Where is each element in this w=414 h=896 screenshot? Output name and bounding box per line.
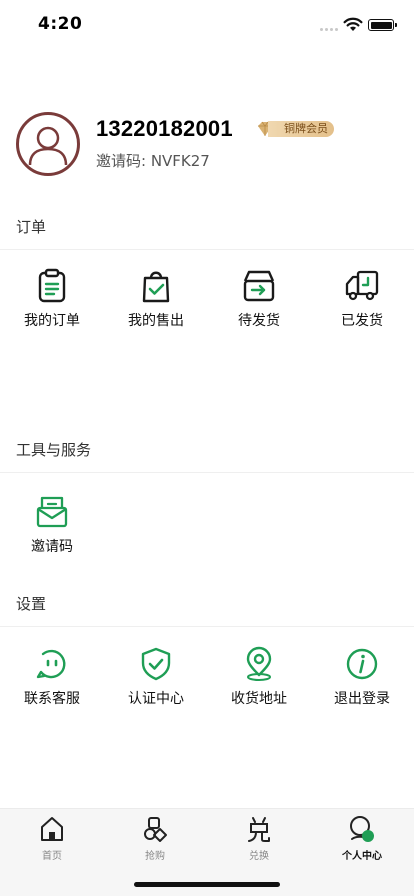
tools-section-title: 工具与服务 (16, 441, 92, 459)
user-silhouette-icon (28, 126, 68, 166)
clipboard-icon (38, 268, 66, 303)
contact-support-button[interactable]: 联系客服 (0, 646, 104, 708)
logout-label: 退出登录 (334, 691, 390, 707)
location-pin-icon (246, 646, 272, 681)
box-arrow-icon (243, 270, 275, 302)
tab-flash-sale[interactable]: 抢购 (103, 815, 207, 862)
logout-button[interactable]: 退出登录 (310, 646, 414, 708)
shipping-address-button[interactable]: 收货地址 (207, 646, 311, 708)
exchange-icon (248, 817, 270, 842)
invite-code-label: 邀请码 (31, 539, 73, 555)
my-sold-button[interactable]: 我的售出 (104, 268, 208, 330)
home-indicator (134, 882, 280, 887)
tab-flash-sale-label: 抢购 (145, 851, 165, 862)
shopping-bag-check-icon (142, 271, 170, 303)
divider (0, 626, 414, 627)
tab-exchange[interactable]: 兑换 (207, 815, 311, 862)
divider (0, 472, 414, 473)
battery-icon (368, 19, 397, 31)
divider (0, 249, 414, 250)
my-orders-button[interactable]: 我的订单 (0, 268, 104, 330)
pending-shipment-label: 待发货 (238, 313, 280, 329)
shipped-label: 已发货 (341, 313, 383, 329)
cellular-signal-icon (320, 28, 338, 31)
profile-header: 13220182001 铜牌会员 邀请码: NVFK27 (16, 112, 398, 178)
chat-face-icon (36, 649, 66, 679)
status-bar: 4:20 (0, 0, 414, 48)
status-time: 4:20 (38, 14, 83, 34)
my-orders-label: 我的订单 (24, 313, 80, 329)
shipped-button[interactable]: 已发货 (310, 268, 414, 330)
verification-center-label: 认证中心 (128, 691, 184, 707)
tab-profile-label: 个人中心 (342, 851, 382, 862)
shield-check-icon (141, 647, 171, 681)
flash-buy-icon (144, 817, 167, 842)
tab-profile[interactable]: 个人中心 (310, 815, 414, 862)
verification-center-button[interactable]: 认证中心 (104, 646, 208, 708)
home-icon (41, 817, 63, 841)
tab-exchange-label: 兑换 (249, 851, 269, 862)
orders-section-title: 订单 (16, 218, 47, 236)
pending-shipment-button[interactable]: 待发货 (207, 268, 311, 330)
user-phone: 13220182001 (96, 116, 233, 141)
member-level: 铜牌会员 (268, 121, 334, 137)
settings-section-title: 设置 (16, 595, 47, 613)
member-badge: 铜牌会员 (256, 120, 334, 138)
delivery-truck-icon (345, 270, 379, 301)
my-sold-label: 我的售出 (128, 313, 184, 329)
tab-home[interactable]: 首页 (0, 815, 104, 862)
contact-support-label: 联系客服 (24, 691, 80, 707)
wifi-icon (343, 17, 363, 31)
avatar[interactable] (16, 112, 80, 176)
tab-home-label: 首页 (42, 851, 62, 862)
invite-code-button[interactable]: 邀请码 (0, 494, 104, 556)
envelope-icon (36, 496, 68, 528)
profile-icon (350, 816, 374, 842)
info-circle-icon (346, 648, 378, 680)
shipping-address-label: 收货地址 (231, 691, 287, 707)
invite-code: 邀请码: NVFK27 (96, 152, 210, 170)
